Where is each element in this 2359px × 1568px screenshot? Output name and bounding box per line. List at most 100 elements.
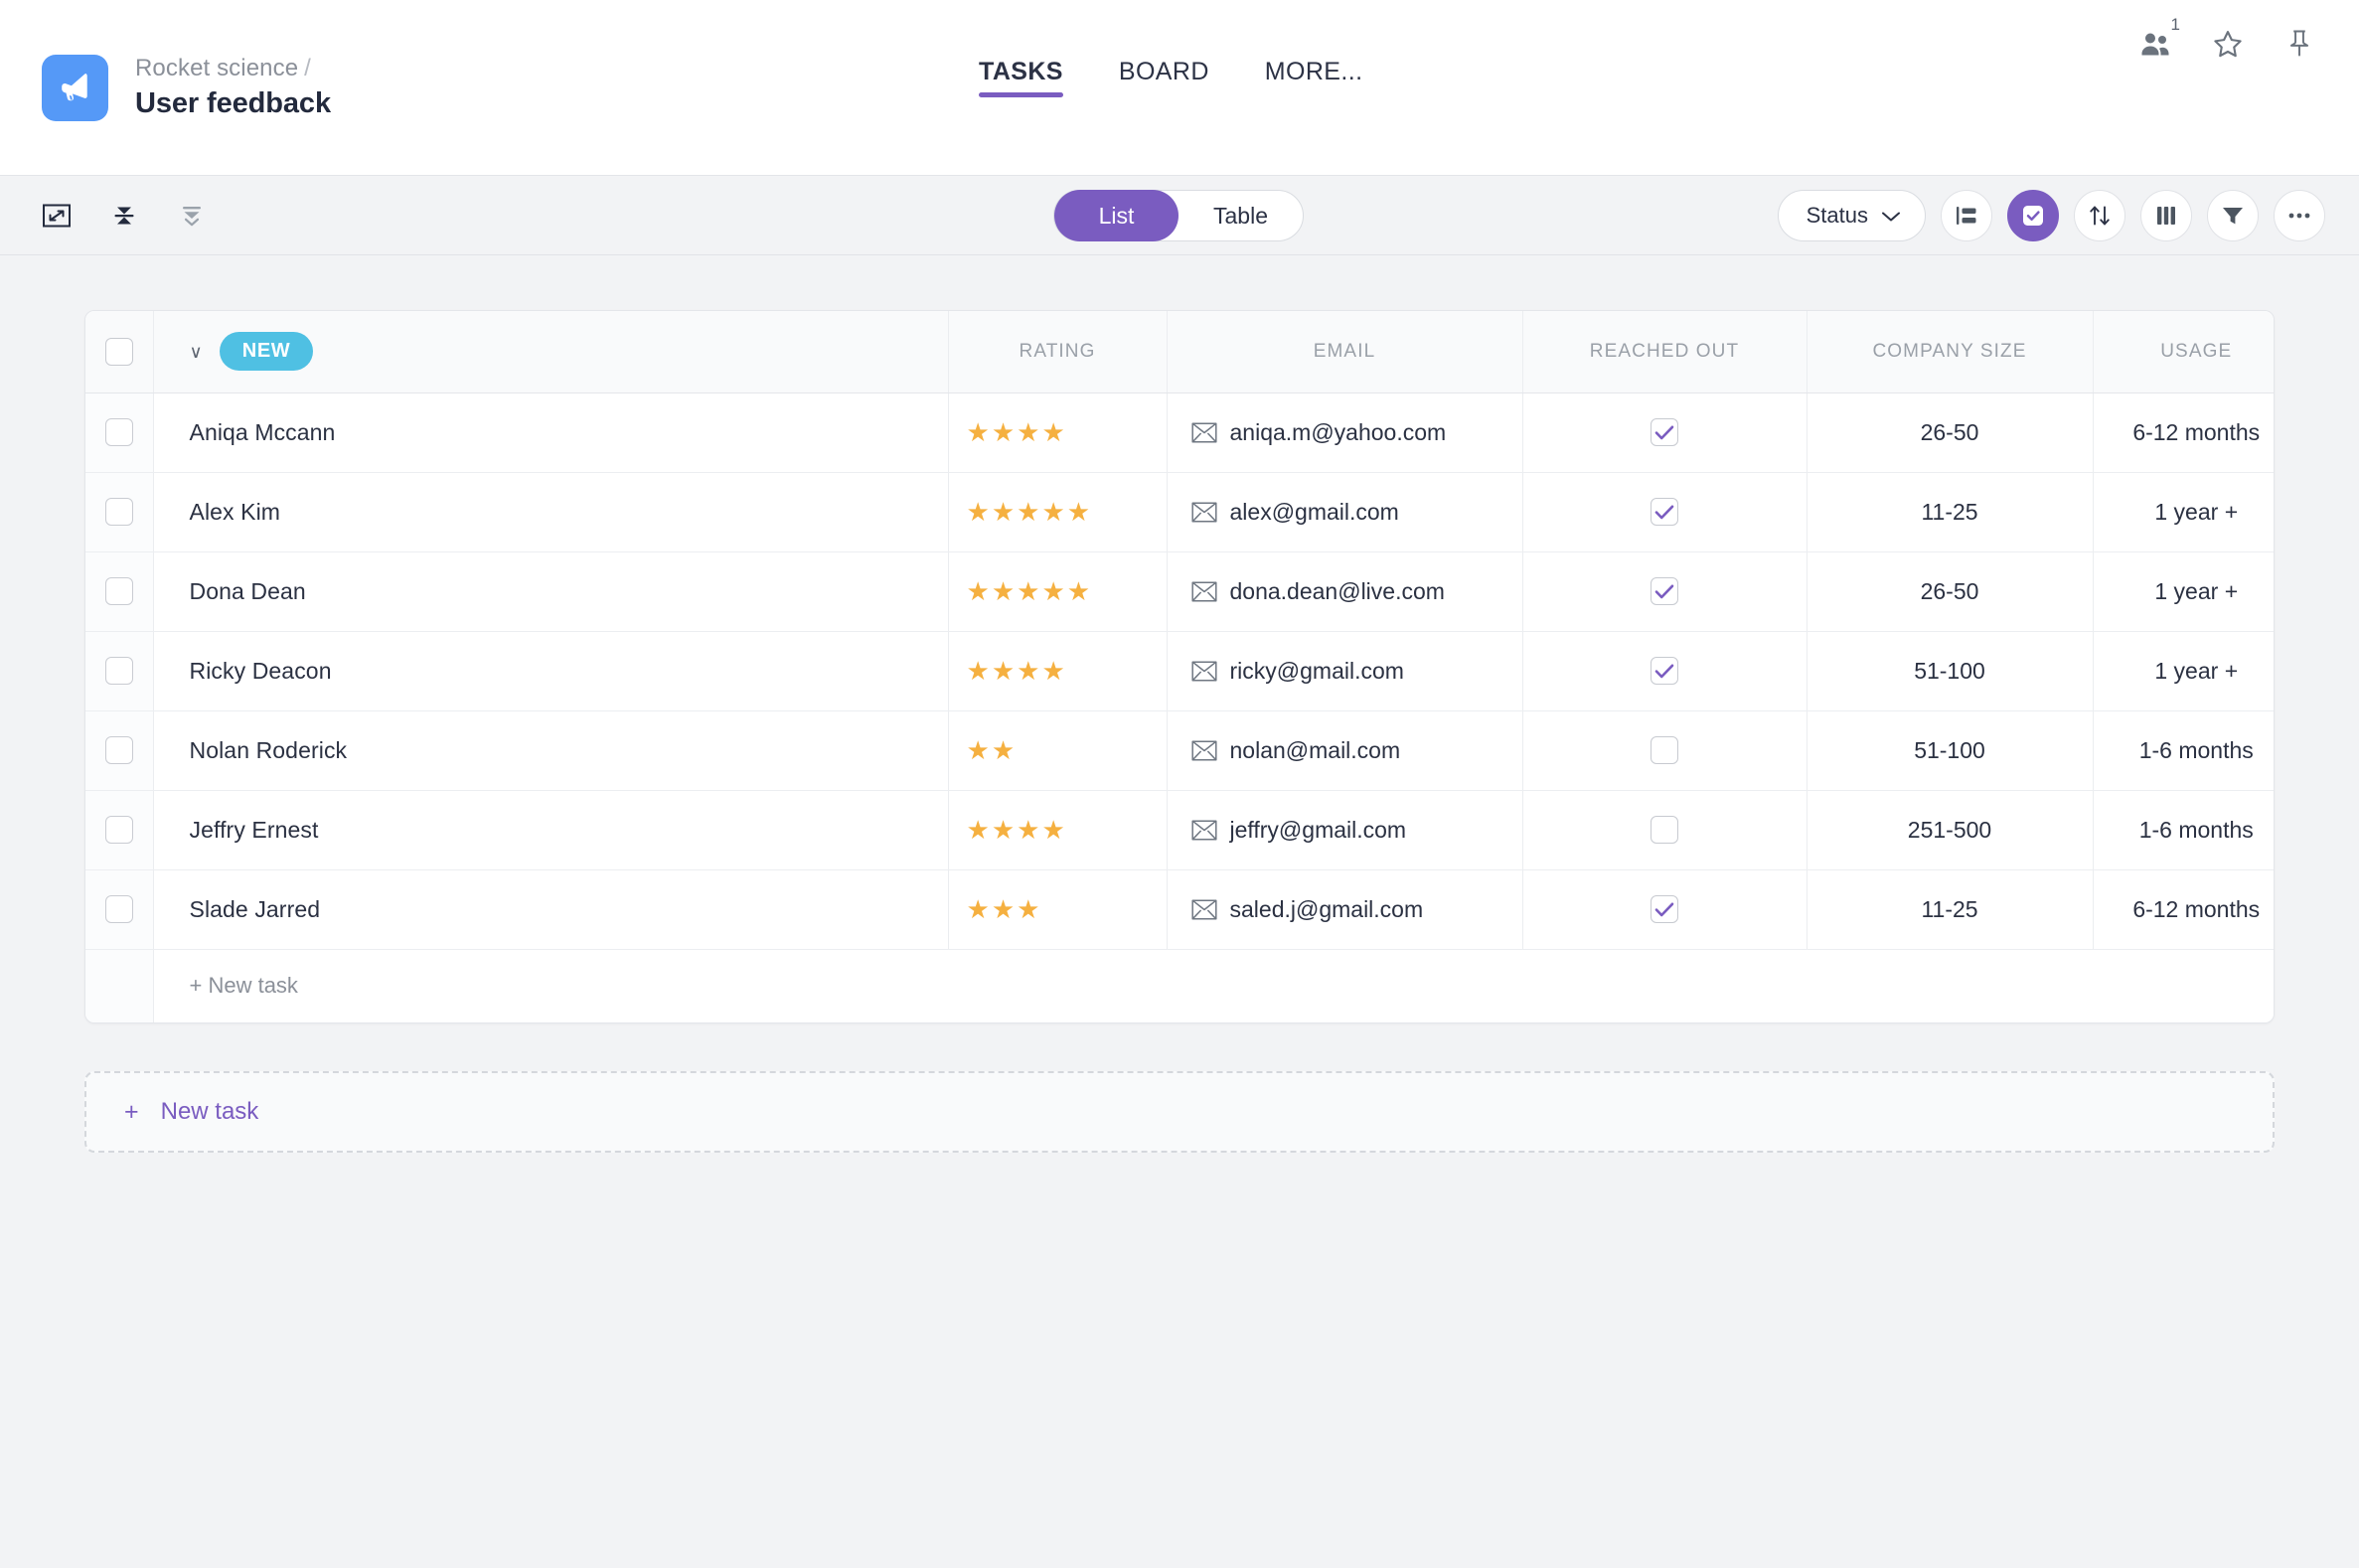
cell-company-size[interactable]: 51-100 bbox=[1807, 710, 2094, 791]
email-text: jeffry@gmail.com bbox=[1229, 816, 1407, 843]
view-option-table[interactable]: Table bbox=[1179, 190, 1303, 241]
cell-email[interactable]: nolan@mail.com bbox=[1167, 710, 1523, 791]
row-select-checkbox[interactable] bbox=[104, 657, 133, 685]
table-row[interactable]: Jeffry Ernest ★ ★ ★ ★ jeffry@gmail.com 251-500… bbox=[85, 790, 2274, 870]
cell-usage[interactable]: 1 year + bbox=[2093, 631, 2274, 711]
inline-new-task-label[interactable]: + New task bbox=[153, 949, 2274, 1022]
cell-reached-out[interactable] bbox=[1522, 710, 1808, 791]
table-row[interactable]: Aniqa Mccann ★ ★ ★ ★ aniqa.m@yahoo.com 26-50 6-… bbox=[85, 392, 2274, 473]
cell-task-name[interactable]: Alex Kim bbox=[153, 472, 949, 552]
row-select-checkbox[interactable] bbox=[104, 577, 133, 605]
cell-rating[interactable]: ★ ★ bbox=[948, 710, 1168, 791]
cell-company-size[interactable]: 11-25 bbox=[1807, 869, 2094, 950]
cell-usage[interactable]: 1 year + bbox=[2093, 472, 2274, 552]
columns-icon[interactable] bbox=[2140, 190, 2192, 241]
reached-out-checkbox[interactable] bbox=[1651, 498, 1678, 526]
table-row[interactable]: Alex Kim ★ ★ ★ ★ ★ alex@gmail.com 11-25 1 year + bbox=[85, 472, 2274, 552]
cell-email[interactable]: saled.j@gmail.com bbox=[1167, 869, 1523, 950]
view-option-list[interactable]: List bbox=[1054, 190, 1179, 241]
cell-task-name[interactable]: Nolan Roderick bbox=[153, 710, 949, 791]
star-icon[interactable] bbox=[2206, 22, 2250, 66]
table-header: ∨ NEW RATING EMAIL REACHED OUT COMPANY S… bbox=[85, 311, 2274, 393]
reached-out-checkbox[interactable] bbox=[1651, 736, 1678, 764]
star-filled-icon: ★ bbox=[991, 656, 1016, 686]
row-select-checkbox[interactable] bbox=[104, 418, 133, 446]
breadcrumb[interactable]: Rocket science / bbox=[135, 55, 331, 82]
pin-icon[interactable] bbox=[2278, 22, 2321, 66]
table-row[interactable]: Dona Dean ★ ★ ★ ★ ★ dona.dean@live.com 26-50 1 y… bbox=[85, 551, 2274, 632]
cell-company-size[interactable]: 11-25 bbox=[1807, 472, 2094, 552]
status-dropdown[interactable]: Status bbox=[1777, 190, 1926, 241]
expand-rows-icon[interactable] bbox=[171, 195, 213, 236]
cell-task-name[interactable]: Dona Dean bbox=[153, 551, 949, 632]
row-select-checkbox[interactable] bbox=[104, 736, 133, 764]
reached-out-checkbox[interactable] bbox=[1651, 418, 1678, 446]
tab-more[interactable]: MORE... bbox=[1265, 58, 1363, 97]
breadcrumb-parent[interactable]: Rocket science bbox=[135, 55, 298, 81]
column-header-usage[interactable]: USAGE bbox=[2093, 311, 2274, 393]
cell-rating[interactable]: ★ ★ ★ bbox=[948, 869, 1168, 950]
column-header-rating[interactable]: RATING bbox=[948, 311, 1168, 393]
cell-company-size[interactable]: 26-50 bbox=[1807, 392, 2094, 473]
cell-reached-out[interactable] bbox=[1522, 551, 1808, 632]
cell-email[interactable]: alex@gmail.com bbox=[1167, 472, 1523, 552]
cell-task-name[interactable]: Slade Jarred bbox=[153, 869, 949, 950]
reached-out-checkbox[interactable] bbox=[1651, 657, 1678, 685]
tab-board[interactable]: BOARD bbox=[1119, 58, 1209, 97]
cell-task-name[interactable]: Jeffry Ernest bbox=[153, 790, 949, 870]
reached-out-checkbox[interactable] bbox=[1651, 816, 1678, 844]
cell-company-size[interactable]: 251-500 bbox=[1807, 790, 2094, 870]
cell-rating[interactable]: ★ ★ ★ ★ bbox=[948, 790, 1168, 870]
cell-reached-out[interactable] bbox=[1522, 631, 1808, 711]
column-header-company-size[interactable]: COMPANY SIZE bbox=[1807, 311, 2094, 393]
chevron-down-icon[interactable]: ∨ bbox=[190, 343, 204, 361]
cell-reached-out[interactable] bbox=[1522, 869, 1808, 950]
cell-reached-out[interactable] bbox=[1522, 392, 1808, 473]
cell-rating[interactable]: ★ ★ ★ ★ ★ bbox=[948, 551, 1168, 632]
cell-rating[interactable]: ★ ★ ★ ★ ★ bbox=[948, 472, 1168, 552]
table-row[interactable]: Nolan Roderick ★ ★ nolan@mail.com 51-100 1-6 … bbox=[85, 710, 2274, 791]
star-filled-icon: ★ bbox=[1017, 417, 1040, 447]
cell-company-size[interactable]: 26-50 bbox=[1807, 551, 2094, 632]
tab-tasks[interactable]: TASKS bbox=[979, 58, 1063, 97]
group-by-icon[interactable] bbox=[1941, 190, 1992, 241]
cell-usage[interactable]: 1 year + bbox=[2093, 551, 2274, 632]
members-icon[interactable]: 1 bbox=[2134, 16, 2180, 66]
cell-task-name[interactable]: Aniqa Mccann bbox=[153, 392, 949, 473]
star-filled-icon: ★ bbox=[991, 497, 1016, 527]
fullscreen-icon[interactable] bbox=[36, 195, 78, 236]
reached-out-checkbox[interactable] bbox=[1651, 895, 1678, 923]
new-task-button[interactable]: + New task bbox=[84, 1071, 2275, 1153]
cell-email[interactable]: jeffry@gmail.com bbox=[1167, 790, 1523, 870]
more-options-icon[interactable] bbox=[2274, 190, 2325, 241]
filter-icon[interactable] bbox=[2207, 190, 2259, 241]
envelope-icon bbox=[1190, 898, 1217, 920]
row-select-checkbox[interactable] bbox=[104, 895, 133, 923]
cell-rating[interactable]: ★ ★ ★ ★ bbox=[948, 392, 1168, 473]
cell-task-name[interactable]: Ricky Deacon bbox=[153, 631, 949, 711]
select-all-checkbox[interactable] bbox=[104, 337, 133, 366]
cell-email[interactable]: aniqa.m@yahoo.com bbox=[1167, 392, 1523, 473]
group-status-badge[interactable]: NEW bbox=[219, 332, 314, 372]
table-row[interactable]: Ricky Deacon ★ ★ ★ ★ ricky@gmail.com 51-100 1 y… bbox=[85, 631, 2274, 711]
reached-out-checkbox[interactable] bbox=[1651, 577, 1678, 605]
cell-usage[interactable]: 1-6 months bbox=[2093, 790, 2274, 870]
sort-icon[interactable] bbox=[2074, 190, 2125, 241]
cell-usage[interactable]: 1-6 months bbox=[2093, 710, 2274, 791]
cell-company-size[interactable]: 51-100 bbox=[1807, 631, 2094, 711]
inline-new-task-row[interactable]: + New task bbox=[85, 949, 2274, 1022]
cell-reached-out[interactable] bbox=[1522, 790, 1808, 870]
row-select-checkbox[interactable] bbox=[104, 498, 133, 526]
cell-rating[interactable]: ★ ★ ★ ★ bbox=[948, 631, 1168, 711]
cell-usage[interactable]: 6-12 months bbox=[2093, 869, 2274, 950]
column-header-email[interactable]: EMAIL bbox=[1167, 311, 1523, 393]
row-select-checkbox[interactable] bbox=[104, 816, 133, 844]
column-header-reached-out[interactable]: REACHED OUT bbox=[1522, 311, 1808, 393]
checkbox-check-icon[interactable] bbox=[2007, 190, 2059, 241]
table-row[interactable]: Slade Jarred ★ ★ ★ saled.j@gmail.com 11-25 6-1… bbox=[85, 869, 2274, 950]
cell-reached-out[interactable] bbox=[1522, 472, 1808, 552]
collapse-rows-icon[interactable] bbox=[103, 195, 145, 236]
cell-email[interactable]: ricky@gmail.com bbox=[1167, 631, 1523, 711]
cell-email[interactable]: dona.dean@live.com bbox=[1167, 551, 1523, 632]
cell-usage[interactable]: 6-12 months bbox=[2093, 392, 2274, 473]
